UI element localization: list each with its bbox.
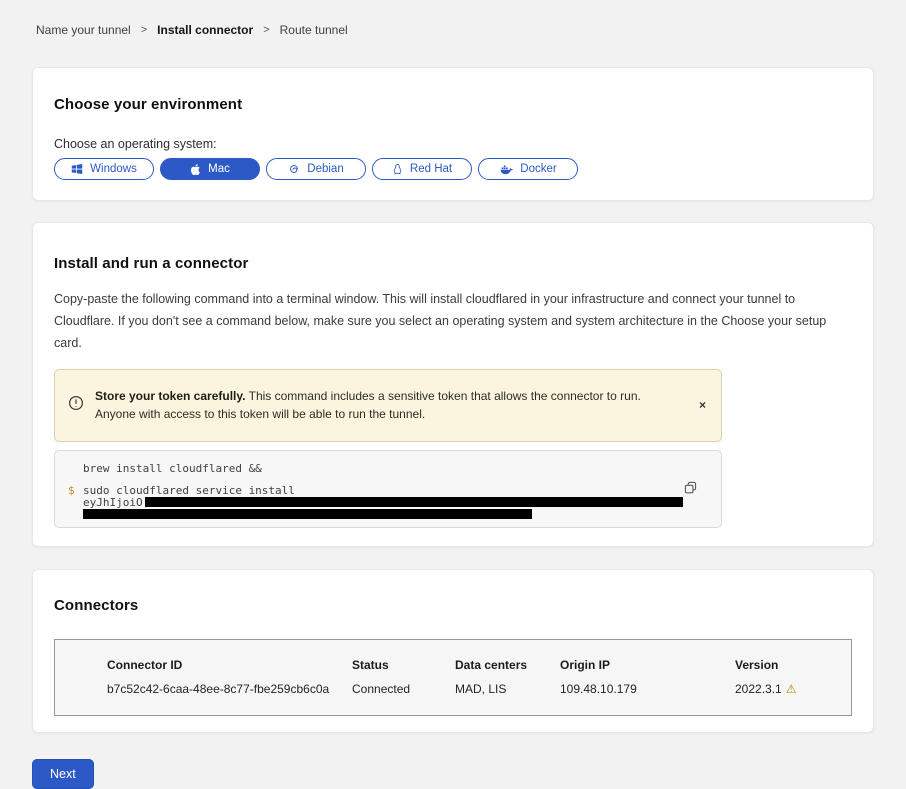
column-header-connector-id: Connector ID bbox=[107, 658, 352, 672]
info-icon bbox=[68, 395, 84, 416]
install-command-codeblock: $ brew install cloudflared && sudo cloud… bbox=[54, 450, 722, 528]
breadcrumb-step-name-your-tunnel[interactable]: Name your tunnel bbox=[36, 23, 131, 37]
os-button-redhat[interactable]: Red Hat bbox=[372, 158, 472, 180]
version-value: 2022.3.1 bbox=[735, 682, 782, 696]
warning-icon: ⚠ bbox=[786, 683, 797, 695]
redacted-token-bar bbox=[145, 497, 683, 507]
token-warning-banner: Store your token carefully. This command… bbox=[54, 369, 722, 442]
docker-whale-icon bbox=[499, 164, 513, 175]
token-warning-text: Store your token carefully. This command… bbox=[95, 387, 683, 424]
debian-icon bbox=[288, 163, 300, 175]
os-button-label: Mac bbox=[208, 163, 230, 175]
column-header-data-centers: Data centers bbox=[455, 658, 560, 672]
command-line-1: brew install cloudflared && bbox=[83, 463, 693, 474]
next-button[interactable]: Next bbox=[32, 759, 94, 789]
cell-data-centers: MAD, LIS bbox=[455, 682, 560, 696]
os-button-debian[interactable]: Debian bbox=[266, 158, 366, 180]
token-prefix: eyJhIjoiO bbox=[83, 496, 143, 509]
os-button-label: Docker bbox=[520, 163, 556, 175]
os-button-label: Red Hat bbox=[410, 163, 452, 175]
breadcrumb-step-install-connector[interactable]: Install connector bbox=[157, 23, 253, 37]
cell-version: 2022.3.1 ⚠ bbox=[735, 682, 851, 696]
column-header-version: Version bbox=[735, 658, 851, 672]
redacted-token-bar bbox=[83, 509, 532, 519]
connectors-card: Connectors Connector ID Status Data cent… bbox=[32, 569, 874, 733]
column-header-status: Status bbox=[352, 658, 455, 672]
cell-status: Connected bbox=[352, 682, 455, 696]
os-select-label: Choose an operating system: bbox=[54, 137, 852, 151]
token-warning-title: Store your token carefully. bbox=[95, 389, 246, 403]
cell-origin-ip: 109.48.10.179 bbox=[560, 682, 735, 696]
apple-icon bbox=[190, 163, 201, 176]
os-button-windows[interactable]: Windows bbox=[54, 158, 154, 180]
windows-icon bbox=[71, 163, 83, 175]
environment-card-title: Choose your environment bbox=[54, 97, 852, 112]
connectors-card-title: Connectors bbox=[54, 598, 852, 613]
token-line: eyJhIjoiO bbox=[83, 497, 693, 508]
tux-icon bbox=[392, 163, 403, 176]
breadcrumb-step-route-tunnel[interactable]: Route tunnel bbox=[280, 23, 348, 37]
os-button-docker[interactable]: Docker bbox=[478, 158, 578, 180]
breadcrumb-separator: > bbox=[141, 24, 147, 36]
os-button-label: Windows bbox=[90, 163, 137, 175]
os-button-group: Windows Mac Debian Red Hat Docker bbox=[54, 158, 852, 180]
copy-icon[interactable] bbox=[683, 480, 698, 495]
command-line-2: sudo cloudflared service install bbox=[83, 485, 693, 496]
breadcrumb-separator: > bbox=[263, 24, 269, 36]
os-button-label: Debian bbox=[307, 163, 343, 175]
choose-environment-card: Choose your environment Choose an operat… bbox=[32, 67, 874, 201]
column-header-origin-ip: Origin IP bbox=[560, 658, 735, 672]
shell-prompt: $ bbox=[68, 485, 75, 496]
connectors-table: Connector ID Status Data centers Origin … bbox=[54, 639, 852, 716]
install-card-title: Install and run a connector bbox=[54, 256, 852, 271]
breadcrumb: Name your tunnel > Install connector > R… bbox=[0, 0, 906, 37]
install-connector-card: Install and run a connector Copy-paste t… bbox=[32, 222, 874, 547]
cell-connector-id: b7c52c42-6caa-48ee-8c77-fbe259cb6c0a bbox=[107, 682, 352, 696]
install-card-description: Copy-paste the following command into a … bbox=[54, 289, 852, 355]
close-icon[interactable]: × bbox=[694, 399, 711, 411]
os-button-mac[interactable]: Mac bbox=[160, 158, 260, 180]
